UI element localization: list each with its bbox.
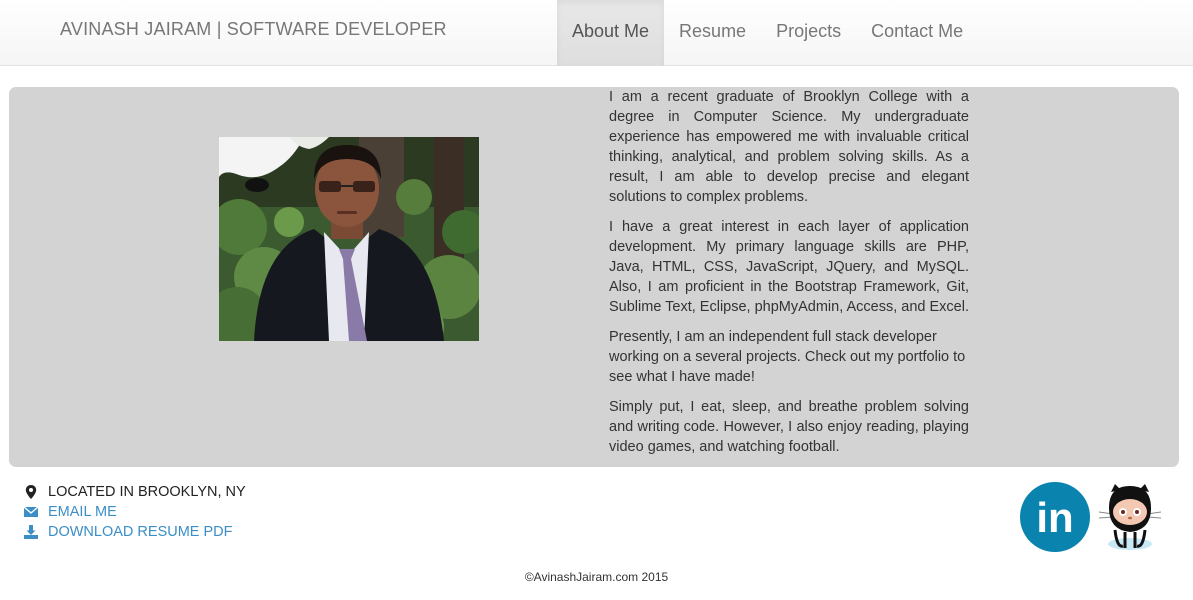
bio-paragraph: Simply put, I eat, sleep, and breathe pr… [609, 399, 969, 455]
nav-links: About Me Resume Projects Contact Me [557, 0, 978, 66]
bio-paragraph: I am a recent graduate of Brooklyn Colle… [609, 89, 969, 205]
nav-about-me[interactable]: About Me [557, 0, 665, 66]
map-marker-icon [24, 485, 38, 499]
linkedin-icon[interactable]: in [1020, 482, 1090, 552]
download-resume-link[interactable]: Download Resume PDF [48, 524, 233, 540]
about-panel: I am a recent graduate of Brooklyn Colle… [9, 87, 1179, 467]
location-row: Located in Brooklyn, NY [24, 482, 246, 502]
navbar: AVINASH JAIRAM | SOFTWARE DEVELOPER Abou… [0, 0, 1193, 66]
contact-info: Located in Brooklyn, NY Email Me Downloa… [23, 482, 246, 542]
nav-projects[interactable]: Projects [761, 0, 856, 66]
profile-photo [219, 137, 479, 341]
nav-resume[interactable]: Resume [664, 0, 761, 66]
bio-paragraph: I have a great interest in each layer of… [609, 219, 969, 315]
svg-text:in: in [1036, 494, 1073, 541]
brand-link[interactable]: AVINASH JAIRAM | SOFTWARE DEVELOPER [60, 19, 447, 40]
nav-contact-me[interactable]: Contact Me [856, 0, 978, 66]
email-link[interactable]: Email Me [48, 504, 117, 520]
bio-text: I am a recent graduate of Brooklyn Colle… [609, 87, 969, 467]
bio-paragraph: Presently, I am an independent full stac… [609, 329, 966, 385]
envelope-icon [23, 505, 39, 519]
footer-copyright: ©AvinashJairam.com 2015 [524, 570, 669, 584]
resume-row: Download Resume PDF [24, 522, 246, 542]
download-icon [24, 525, 38, 539]
email-row: Email Me [23, 502, 246, 522]
github-octocat-icon[interactable] [1095, 482, 1165, 554]
location-text: Located in Brooklyn, NY [48, 484, 246, 500]
